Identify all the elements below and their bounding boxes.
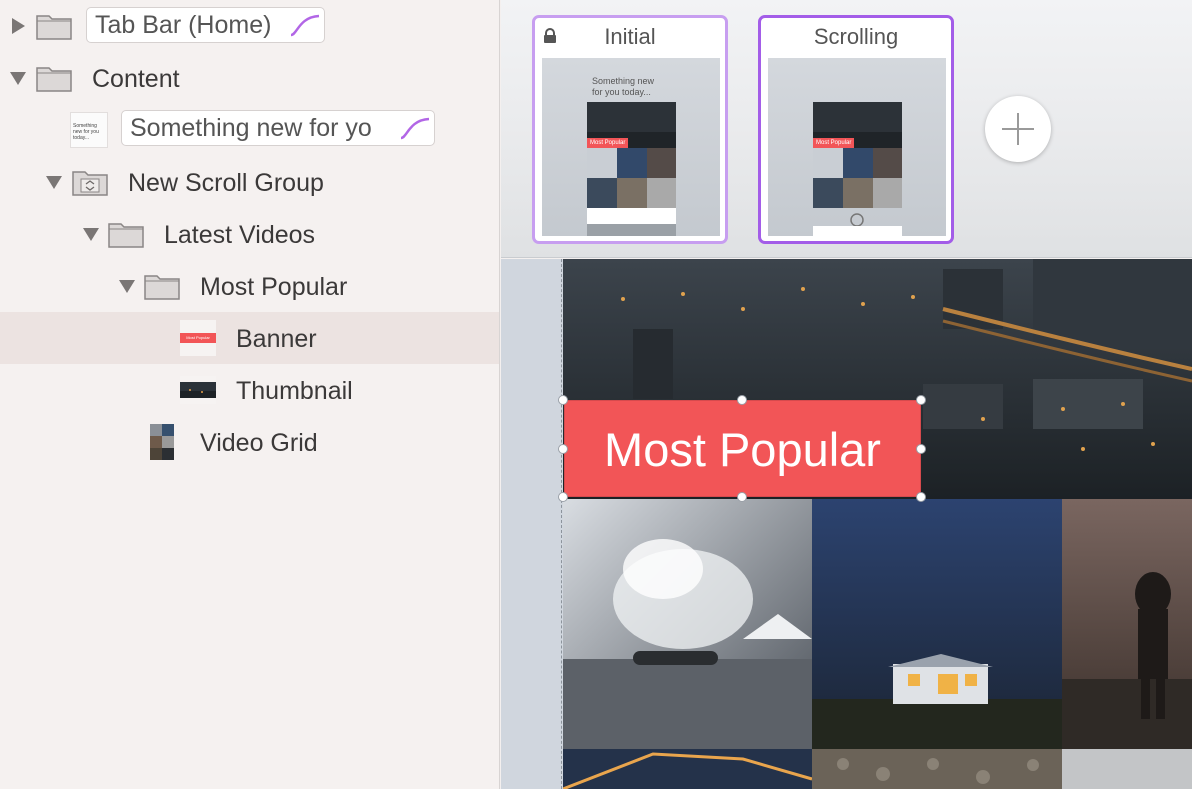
layer-label: Tab Bar (Home) [95,11,272,39]
layer-label: Content [92,65,180,93]
image-thumbnail [180,376,216,404]
layer-label: Most Popular [200,273,348,301]
preview-grid [587,102,676,236]
layer-row-most-popular[interactable]: Most Popular [0,260,499,312]
layer-label: Thumbnail [236,377,353,405]
animation-curve-icon [290,14,320,37]
resize-handle-top-right[interactable] [916,395,926,405]
preview-grid [813,102,902,236]
resize-handle-right[interactable] [916,444,926,454]
layer-label: Video Grid [200,429,318,457]
state-scrolling[interactable]: Scrolling Most Popular [758,15,954,244]
layer-label: Latest Videos [164,221,316,249]
layer-row-tab-bar[interactable]: Tab Bar (Home) [0,0,499,52]
disclosure-down-icon[interactable] [119,280,135,293]
layer-row-banner[interactable]: Most Popular Banner [0,312,499,364]
disclosure-down-icon[interactable] [10,72,26,85]
resize-handle-top-left[interactable] [558,395,568,405]
folder-icon [36,12,72,40]
text-layer-thumbnail: Something new for you today... [70,112,108,148]
preview-text: Something new for you today... [592,76,655,97]
disclosure-down-icon[interactable] [46,176,62,189]
artwork-image [563,259,1192,789]
disclosure-right-icon[interactable] [12,18,25,34]
canvas-artwork [563,259,1192,789]
resize-handle-bottom-right[interactable] [916,492,926,502]
preview-banner: Most Popular [587,138,629,148]
layer-row-text[interactable]: Something new for you today... Something… [0,104,499,156]
state-preview: Most Popular [768,58,946,236]
states-bar: Initial Something new for you today... M… [501,0,1192,258]
resize-handle-left[interactable] [558,444,568,454]
folder-icon [36,64,72,92]
thumbnail-text: Something new for you today... [73,123,99,141]
plus-icon [1002,113,1034,145]
state-initial[interactable]: Initial Something new for you today... M… [532,15,728,244]
most-popular-banner[interactable]: Most Popular [564,400,921,497]
folder-icon [144,272,180,300]
layer-row-scroll-group[interactable]: New Scroll Group [0,156,499,208]
layers-panel: Tab Bar (Home) Content Something new for… [0,0,500,789]
state-title: Initial [604,24,656,49]
layer-row-video-grid[interactable]: Video Grid [0,416,499,468]
image-thumbnail [150,424,174,460]
state-preview: Something new for you today... Most Popu… [542,58,720,236]
folder-icon [108,220,144,248]
layer-row-thumbnail[interactable]: Thumbnail [0,364,499,416]
layer-name-pill[interactable]: Something new for yo [121,110,435,146]
add-state-button[interactable] [985,96,1051,162]
layer-label: Banner [236,325,317,353]
disclosure-down-icon[interactable] [83,228,99,241]
layer-row-latest-videos[interactable]: Latest Videos [0,208,499,260]
thumbnail-text: Most Popular [180,333,216,343]
canvas[interactable]: Most Popular [501,259,1192,789]
layer-row-content[interactable]: Content [0,52,499,104]
animation-curve-icon [400,117,430,140]
state-title: Scrolling [813,24,899,49]
resize-handle-bottom[interactable] [737,492,747,502]
layer-label: Something new for yo [130,114,372,142]
scroll-group-icon [72,168,108,196]
layer-name-pill[interactable]: Tab Bar (Home) [86,7,325,43]
preview-banner: Most Popular [813,138,855,148]
resize-handle-top[interactable] [737,395,747,405]
banner-thumbnail: Most Popular [180,320,216,356]
layer-label: New Scroll Group [128,169,324,197]
resize-handle-bottom-left[interactable] [558,492,568,502]
canvas-guide [561,259,562,789]
